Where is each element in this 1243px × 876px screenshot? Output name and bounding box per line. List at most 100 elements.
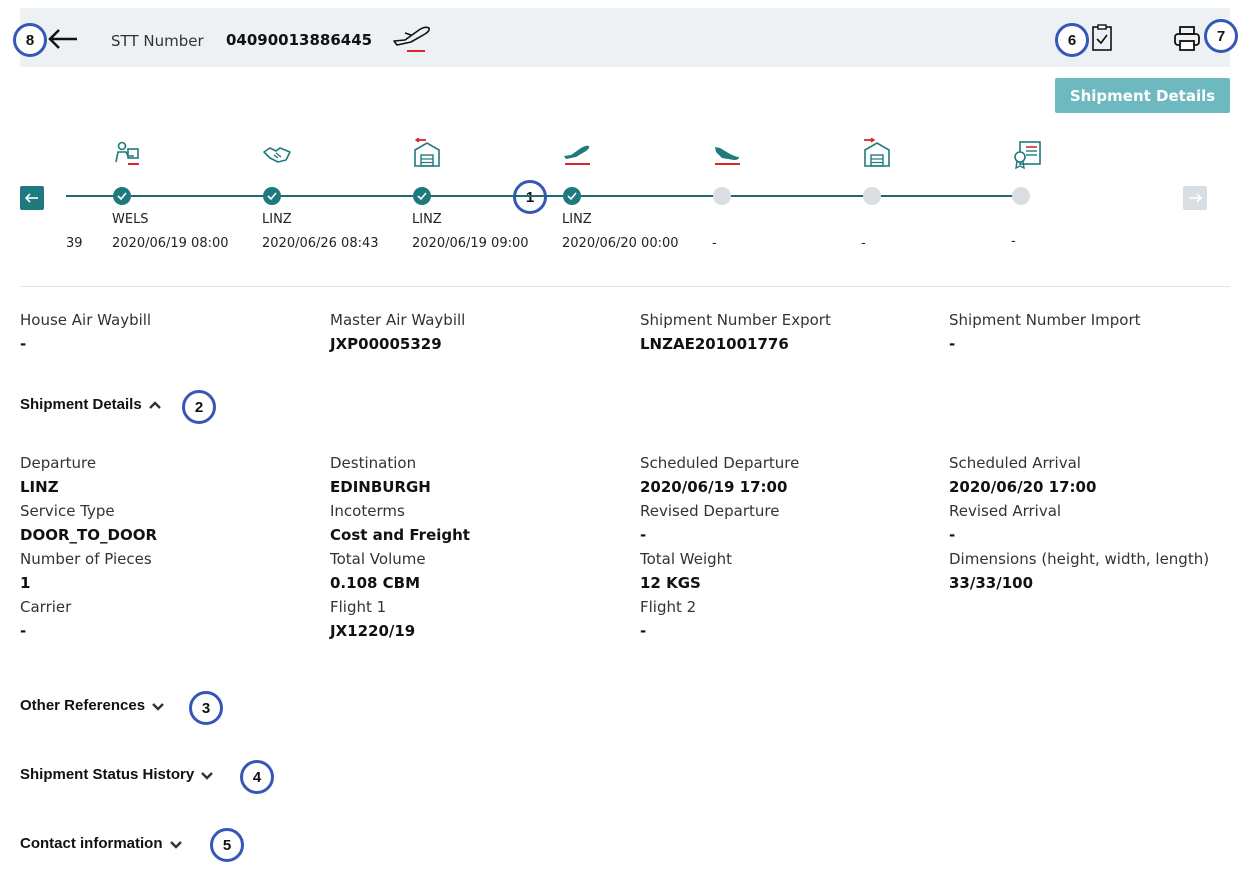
timeline-step-5-dot[interactable] [713, 187, 731, 205]
annotation-badge-5: 5 [210, 828, 244, 862]
scheduled-arrival-label: Scheduled Arrival [949, 454, 1081, 472]
timeline-step-time: 2020/06/20 00:00 [562, 236, 679, 251]
timeline-step-time: 2020/06/19 09:00 [412, 236, 529, 251]
annotation-badge-4: 4 [240, 760, 274, 794]
arrow-left-icon [24, 193, 38, 203]
timeline-leading-number: 39 [66, 236, 83, 251]
timeline-step-time: - [861, 236, 866, 251]
timeline-step-time: - [712, 236, 717, 251]
check-icon [567, 192, 577, 201]
number-of-pieces-value: 1 [20, 574, 31, 592]
revised-departure-value: - [640, 526, 647, 544]
destination-label: Destination [330, 454, 417, 472]
timeline-step-location: LINZ [562, 212, 592, 227]
annotation-badge-2: 2 [182, 390, 216, 424]
timeline-step-time: - [1011, 234, 1016, 249]
master-air-waybill-label: Master Air Waybill [330, 311, 466, 329]
warehouse-out-icon [414, 138, 440, 167]
timeline-step-location: LINZ [262, 212, 292, 227]
certificate-icon [1014, 141, 1041, 170]
other-references-heading: Other References [20, 697, 146, 714]
check-icon [117, 192, 127, 201]
other-references-toggle[interactable]: Other References [20, 697, 165, 714]
shipment-number-export-value: LNZAE201001776 [640, 335, 789, 353]
total-weight-value: 12 KGS [640, 574, 701, 592]
shipment-number-import-value: - [949, 335, 956, 353]
plane-arrival-icon [715, 147, 740, 165]
total-weight-label: Total Weight [640, 550, 733, 568]
pickup-person-icon [115, 141, 139, 165]
contact-information-heading: Contact information [20, 835, 163, 852]
total-volume-value: 0.108 CBM [330, 574, 421, 592]
house-air-waybill-value: - [20, 335, 27, 353]
shipment-number-import-label: Shipment Number Import [949, 311, 1141, 329]
annotation-badge-8: 8 [13, 23, 47, 57]
incoterms-value: Cost and Freight [330, 526, 470, 544]
revised-departure-label: Revised Departure [640, 502, 780, 520]
check-icon [417, 192, 427, 201]
back-arrow-icon[interactable] [46, 27, 78, 51]
timeline-step-4-dot[interactable] [563, 187, 581, 205]
chevron-down-icon [169, 840, 182, 849]
annotation-badge-6: 6 [1055, 23, 1089, 57]
status-history-toggle[interactable]: Shipment Status History [20, 766, 214, 783]
plane-departure-icon [393, 26, 430, 52]
house-air-waybill-label: House Air Waybill [20, 311, 152, 329]
timeline-step-time: 2020/06/19 08:00 [112, 236, 229, 251]
warehouse-in-icon [864, 138, 890, 167]
departure-label: Departure [20, 454, 97, 472]
arrow-right-icon [1189, 193, 1203, 203]
stt-number-label: STT Number [111, 32, 204, 50]
incoterms-label: Incoterms [330, 502, 405, 520]
chevron-down-icon [152, 702, 164, 711]
departure-value: LINZ [20, 478, 59, 496]
shipment-details-toggle[interactable]: Shipment Details [20, 396, 162, 413]
carrier-value: - [20, 622, 27, 640]
annotation-badge-3: 3 [189, 691, 223, 725]
plane-departure-icon [564, 145, 590, 165]
timeline-step-2-dot[interactable] [263, 187, 281, 205]
scheduled-departure-label: Scheduled Departure [640, 454, 800, 472]
total-volume-label: Total Volume [330, 550, 426, 568]
number-of-pieces-label: Number of Pieces [20, 550, 152, 568]
carrier-label: Carrier [20, 598, 72, 616]
service-type-value: DOOR_TO_DOOR [20, 526, 157, 544]
revised-arrival-label: Revised Arrival [949, 502, 1062, 520]
timeline-step-3-dot[interactable] [413, 187, 431, 205]
handshake-icon [263, 147, 291, 163]
check-icon [267, 192, 277, 201]
clipboard-check-icon[interactable] [1089, 24, 1115, 52]
stt-number-value: 04090013886445 [226, 31, 373, 49]
scheduled-departure-value: 2020/06/19 17:00 [640, 478, 788, 496]
status-history-heading: Shipment Status History [20, 766, 195, 783]
dimensions-value: 33/33/100 [949, 574, 1034, 592]
shipment-details-button[interactable]: Shipment Details [1055, 78, 1230, 113]
timeline-step-time: 2020/06/26 08:43 [262, 236, 379, 251]
dimensions-label: Dimensions (height, width, length) [949, 550, 1210, 568]
printer-icon[interactable] [1172, 24, 1202, 52]
destination-value: EDINBURGH [330, 478, 431, 496]
flight-1-label: Flight 1 [330, 598, 387, 616]
flight-1-value: JX1220/19 [330, 622, 416, 640]
chevron-up-icon [148, 400, 161, 409]
master-air-waybill-value: JXP00005329 [330, 335, 442, 353]
timeline-step-1-dot[interactable] [113, 187, 131, 205]
timeline-step-location: WELS [112, 212, 149, 227]
timeline-step-location: LINZ [412, 212, 442, 227]
flight-2-value: - [640, 622, 647, 640]
scheduled-arrival-value: 2020/06/20 17:00 [949, 478, 1097, 496]
timeline-step-6-dot[interactable] [863, 187, 881, 205]
timeline-prev-button[interactable] [20, 186, 44, 210]
annotation-badge-7: 7 [1204, 19, 1238, 53]
shipment-details-heading: Shipment Details [20, 396, 142, 413]
timeline-step-7-dot[interactable] [1012, 187, 1030, 205]
annotation-badge-1: 1 [513, 180, 547, 214]
timeline-next-button[interactable] [1183, 186, 1207, 210]
shipment-number-export-label: Shipment Number Export [640, 311, 831, 329]
revised-arrival-value: - [949, 526, 956, 544]
section-divider [20, 286, 1230, 287]
contact-information-toggle[interactable]: Contact information [20, 835, 183, 852]
chevron-down-icon [201, 771, 214, 780]
service-type-label: Service Type [20, 502, 115, 520]
flight-2-label: Flight 2 [640, 598, 697, 616]
